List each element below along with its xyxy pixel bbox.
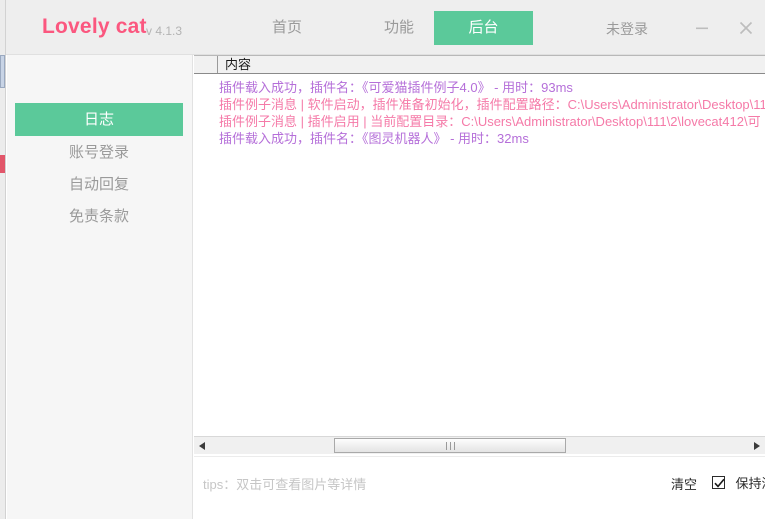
app-window: Lovely cat v 4.1.3 首页 功能 后台 未登录 日志 账号登录 … bbox=[0, 0, 765, 519]
tips-text: tips：双击可查看图片等详情 bbox=[203, 477, 367, 492]
horizontal-scrollbar-thumb[interactable] bbox=[334, 438, 566, 453]
horizontal-scrollbar[interactable] bbox=[194, 436, 765, 454]
title-bar: Lovely cat v 4.1.3 首页 功能 后台 未登录 bbox=[6, 0, 765, 55]
log-column-header-content[interactable]: 内容 bbox=[218, 56, 765, 73]
clear-button[interactable]: 清空 bbox=[671, 474, 697, 493]
main-content: 内容 插件载入成功，插件名：《可爱猫插件例子4.0》 - 用时：93ms 插件例… bbox=[194, 55, 765, 519]
app-logo: Lovely cat bbox=[42, 15, 147, 38]
log-column-header-index[interactable] bbox=[194, 56, 218, 73]
log-table-body[interactable]: 插件载入成功，插件名：《可爱猫插件例子4.0》 - 用时：93ms 插件例子消息… bbox=[194, 74, 765, 456]
outer-scrollbar-thumb[interactable] bbox=[0, 55, 5, 88]
outer-vertical-scrollbar[interactable] bbox=[0, 0, 6, 519]
bottom-toolbar: tips：双击可查看图片等详情 清空 保持滚动 bbox=[194, 456, 765, 519]
log-table-header: 内容 bbox=[194, 55, 765, 74]
keep-scroll-checkbox[interactable] bbox=[712, 476, 725, 489]
scroll-right-arrow-icon[interactable] bbox=[748, 437, 765, 454]
sidebar-item-account-login[interactable]: 账号登录 bbox=[15, 136, 183, 169]
sidebar-item-auto-reply[interactable]: 自动回复 bbox=[15, 168, 183, 201]
nav-tab-backend[interactable]: 后台 bbox=[434, 11, 533, 45]
sidebar: 日志 账号登录 自动回复 免责条款 bbox=[7, 55, 193, 519]
sidebar-item-logs[interactable]: 日志 bbox=[15, 103, 183, 136]
minimize-button[interactable] bbox=[688, 14, 716, 42]
table-row[interactable]: 插件载入成功，插件名：《图灵机器人》 - 用时：32ms bbox=[194, 130, 765, 147]
log-panel: 内容 插件载入成功，插件名：《可爱猫插件例子4.0》 - 用时：93ms 插件例… bbox=[194, 55, 765, 456]
nav-tab-features[interactable]: 功能 bbox=[363, 11, 435, 45]
table-row[interactable]: 插件例子消息 | 软件启动，插件准备初始化，插件配置路径：C:\Users\Ad… bbox=[194, 96, 765, 113]
keep-scroll-toggle[interactable]: 保持滚动 bbox=[712, 473, 765, 491]
app-version: v 4.1.3 bbox=[146, 24, 183, 38]
table-row[interactable]: 插件载入成功，插件名：《可爱猫插件例子4.0》 - 用时：93ms bbox=[194, 79, 765, 96]
keep-scroll-label: 保持滚动 bbox=[735, 476, 765, 491]
check-icon bbox=[714, 478, 725, 488]
table-row[interactable]: 插件例子消息 | 插件启用 | 当前配置目录：C:\Users\Administ… bbox=[194, 113, 765, 130]
scroll-left-arrow-icon[interactable] bbox=[194, 437, 211, 454]
scrollbar-grip-icon bbox=[446, 442, 455, 450]
outer-scrollbar-marker bbox=[0, 155, 5, 173]
sidebar-item-disclaimer[interactable]: 免责条款 bbox=[15, 200, 183, 233]
close-button[interactable] bbox=[732, 14, 760, 42]
nav-tab-home[interactable]: 首页 bbox=[251, 11, 323, 45]
login-status[interactable]: 未登录 bbox=[606, 19, 648, 39]
